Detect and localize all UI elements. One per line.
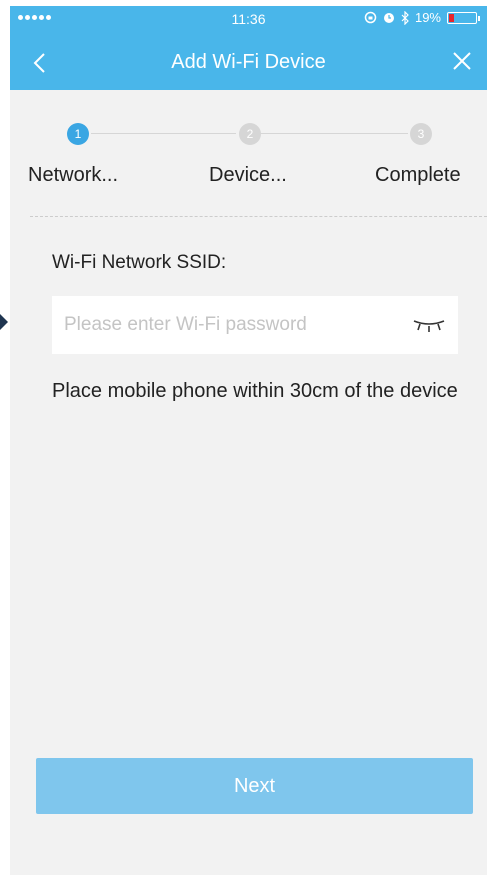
- ssid-label: Wi-Fi Network SSID:: [52, 252, 227, 273]
- divider: [30, 216, 487, 217]
- step-connector: [261, 133, 408, 134]
- close-icon[interactable]: [447, 46, 477, 76]
- battery-icon: [447, 11, 480, 24]
- step-1-label: Network...: [28, 164, 119, 186]
- password-input[interactable]: [52, 296, 392, 354]
- battery-percent: 19%: [414, 10, 441, 25]
- alarm-icon: [383, 13, 394, 23]
- side-arrow-marker: [0, 314, 8, 330]
- nav-bar: Add Wi-Fi Device: [10, 34, 487, 90]
- bluetooth-icon: [401, 10, 409, 25]
- progress-stepper: 1 2 3 Network... Device... Complete: [10, 90, 487, 220]
- step-3-label: Complete: [375, 164, 461, 186]
- step-2-indicator: 2: [239, 123, 261, 145]
- battery-level: [449, 13, 454, 22]
- status-bar: 11:36 19%: [10, 6, 487, 34]
- step-1-indicator: 1: [67, 123, 89, 145]
- next-button[interactable]: Next: [36, 758, 473, 814]
- hint-text: Place mobile phone within 30cm of the de…: [52, 380, 458, 402]
- rotation-lock-icon: [364, 11, 377, 24]
- step-connector: [91, 133, 236, 134]
- step-3-indicator: 3: [410, 123, 432, 145]
- header: 11:36 19% Add Wi-Fi Device: [10, 6, 487, 90]
- eye-closed-icon[interactable]: [412, 316, 446, 334]
- status-right: 19%: [364, 10, 480, 25]
- page-title: Add Wi-Fi Device: [171, 51, 326, 73]
- password-field: [52, 296, 458, 354]
- step-2-label: Device...: [209, 164, 287, 186]
- app-screen: 11:36 19% Add Wi-Fi Device 1 2 3 Network…: [10, 6, 487, 875]
